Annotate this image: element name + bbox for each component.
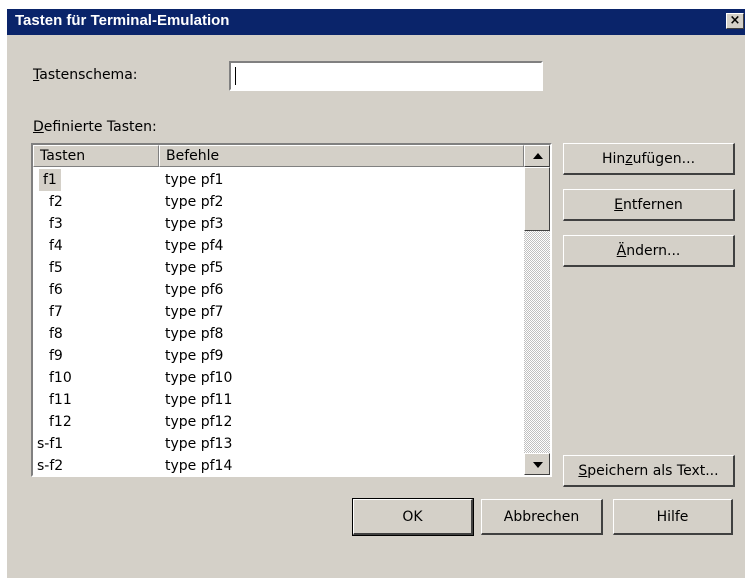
- close-icon: ×: [729, 13, 741, 28]
- cancel-button[interactable]: Abbrechen: [481, 499, 603, 535]
- list-item-command[interactable]: type pf10: [165, 367, 232, 389]
- add-button-post: ufügen...: [632, 151, 696, 167]
- list-item-command[interactable]: type pf12: [165, 411, 232, 433]
- text-caret: [235, 67, 236, 85]
- list-item-key[interactable]: f5: [49, 257, 63, 279]
- list-item-command[interactable]: type pf4: [165, 235, 223, 257]
- column-header-commands[interactable]: Befehle: [159, 145, 524, 167]
- list-item-key[interactable]: f7: [49, 301, 63, 323]
- change-button[interactable]: Ändern...: [563, 235, 735, 267]
- list-item-command[interactable]: type pf11: [165, 389, 232, 411]
- defined-keys-label: Definierte Tasten:: [33, 119, 157, 135]
- scroll-thumb[interactable]: [524, 167, 550, 231]
- list-item-command[interactable]: type pf3: [165, 213, 223, 235]
- list-item-key[interactable]: f11: [49, 389, 72, 411]
- arrow-down-icon: [533, 462, 543, 468]
- column-header-keys[interactable]: Tasten: [33, 145, 159, 167]
- scroll-down-button[interactable]: [524, 453, 550, 475]
- title-bar[interactable]: Tasten für Terminal-Emulation ×: [7, 9, 745, 35]
- list-item-command[interactable]: type pf13: [165, 433, 232, 455]
- list-item-key[interactable]: f8: [49, 323, 63, 345]
- schema-label: Tastenschema:: [33, 67, 138, 83]
- list-item-key[interactable]: f4: [49, 235, 63, 257]
- list-item-key[interactable]: f12: [49, 411, 72, 433]
- list-item-command[interactable]: type pf9: [165, 345, 223, 367]
- vertical-scrollbar[interactable]: [524, 145, 550, 475]
- list-item-key[interactable]: f3: [49, 213, 63, 235]
- scroll-up-button[interactable]: [524, 145, 550, 167]
- save-text-button-post: peichern als Text...: [587, 463, 719, 479]
- remove-button-post: ntfernen: [623, 197, 683, 213]
- list-item-command[interactable]: type pf8: [165, 323, 223, 345]
- remove-button[interactable]: Entfernen: [563, 189, 735, 221]
- list-item-command[interactable]: type pf1: [165, 169, 223, 191]
- list-item-key[interactable]: s-f2: [37, 455, 63, 475]
- list-item-key[interactable]: f2: [49, 191, 63, 213]
- dialog-window: Tasten für Terminal-Emulation × Tastensc…: [6, 8, 745, 578]
- list-item-key[interactable]: f10: [49, 367, 72, 389]
- defined-label-accel: D: [33, 119, 44, 135]
- add-button-accel: z: [625, 151, 633, 167]
- change-button-post: ndern...: [626, 243, 681, 259]
- add-button[interactable]: Hinzufügen...: [563, 143, 735, 175]
- arrow-up-icon: [533, 153, 543, 159]
- add-button-pre: Hin: [601, 151, 626, 167]
- list-item-command[interactable]: type pf14: [165, 455, 232, 475]
- save-as-text-button[interactable]: Speichern als Text...: [563, 455, 735, 487]
- save-text-button-accel: S: [578, 463, 588, 479]
- schema-input[interactable]: [229, 61, 543, 91]
- help-button[interactable]: Hilfe: [613, 499, 733, 535]
- list-item-key[interactable]: f6: [49, 279, 63, 301]
- list-item-command[interactable]: type pf5: [165, 257, 223, 279]
- list-item-key[interactable]: f9: [49, 345, 63, 367]
- keys-listview[interactable]: Tasten Befehle f1 type pf1 f2 type pf2 f3 typ…: [31, 143, 552, 477]
- list-item-key[interactable]: s-f1: [37, 433, 63, 455]
- defined-label-rest: efinierte Tasten:: [43, 119, 157, 135]
- ok-button[interactable]: OK: [352, 498, 474, 536]
- change-button-accel: Ä: [616, 243, 627, 259]
- list-item-command[interactable]: type pf6: [165, 279, 223, 301]
- schema-label-rest: astenschema:: [39, 67, 138, 83]
- list-item-command[interactable]: type pf7: [165, 301, 223, 323]
- close-button[interactable]: ×: [726, 13, 744, 29]
- list-item-command[interactable]: type pf2: [165, 191, 223, 213]
- list-item-key[interactable]: f1: [39, 169, 61, 191]
- dialog-title: Tasten für Terminal-Emulation: [15, 12, 230, 29]
- remove-button-accel: E: [614, 197, 624, 213]
